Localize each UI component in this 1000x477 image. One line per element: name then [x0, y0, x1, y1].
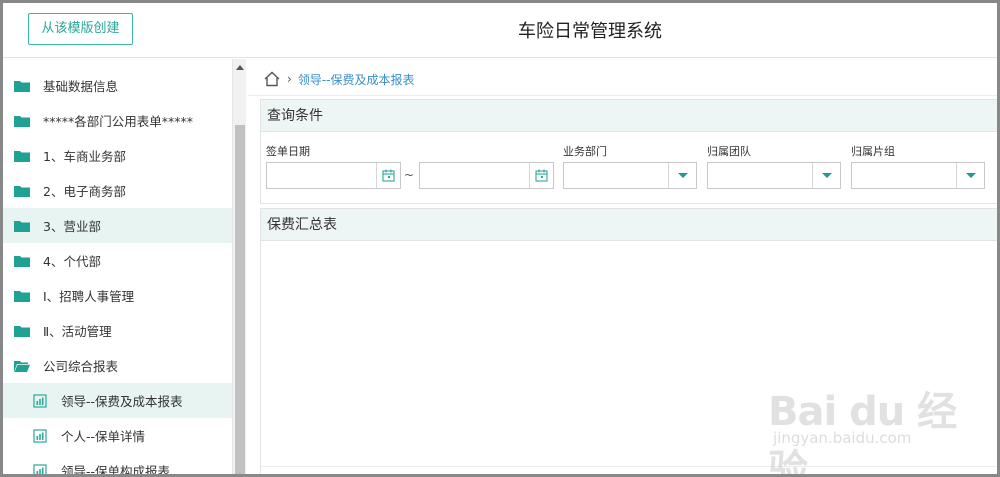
report-icon	[33, 463, 47, 474]
team-label: 归属团队	[707, 145, 751, 158]
sidebar-item-ecommerce-dept[interactable]: 2、电子商务部	[3, 173, 232, 208]
watermark-url: jingyan.baidu.com	[773, 429, 912, 447]
end-date-input[interactable]	[419, 162, 554, 189]
calendar-icon[interactable]	[529, 163, 553, 188]
chevron-down-icon[interactable]	[956, 163, 984, 188]
date-range-separator: ~	[404, 168, 415, 182]
breadcrumb-current[interactable]: 领导--保费及成本报表	[298, 71, 415, 88]
dept-select[interactable]	[563, 162, 697, 189]
summary-panel-title: 保费汇总表	[261, 209, 997, 241]
sidebar-item-label: 领导--保费及成本报表	[61, 394, 183, 409]
sidebar-item-label: 基础数据信息	[43, 79, 119, 94]
sign-date-label: 签单日期	[266, 145, 310, 158]
dept-label: 业务部门	[563, 145, 607, 158]
folder-icon	[14, 325, 30, 337]
calendar-icon[interactable]	[376, 163, 400, 188]
folder-icon	[14, 220, 30, 232]
start-date-input[interactable]	[266, 162, 401, 189]
sidebar-item-premium-cost-report[interactable]: 领导--保费及成本报表	[3, 383, 232, 418]
folder-icon	[14, 290, 30, 302]
sidebar-scrollbar[interactable]	[232, 59, 246, 474]
sidebar-item-shared-forms[interactable]: *****各部门公用表单*****	[3, 103, 232, 138]
team-select[interactable]	[707, 162, 841, 189]
sidebar-item-label: 2、电子商务部	[43, 184, 126, 199]
sidebar-item-policy-composition[interactable]: 领导--保单构成报表	[3, 453, 232, 477]
folder-icon	[14, 150, 30, 162]
scroll-thumb[interactable]	[235, 125, 245, 474]
folder-open-icon	[14, 360, 30, 372]
sidebar-item-label: 1、车商业务部	[43, 149, 126, 164]
folder-icon	[14, 185, 30, 197]
sidebar-item-dealer-dept[interactable]: 1、车商业务部	[3, 138, 232, 173]
group-select[interactable]	[851, 162, 985, 189]
app-window: 从该模版创建 车险日常管理系统 基础数据信息 *****各部门公用表单*****…	[0, 0, 1000, 477]
sidebar-item-label: 4、个代部	[43, 254, 101, 269]
sidebar-item-label: Ⅱ、活动管理	[43, 324, 112, 339]
sidebar-item-label: 3、营业部	[43, 219, 101, 234]
chevron-down-icon[interactable]	[812, 163, 840, 188]
sidebar-item-basic-data[interactable]: 基础数据信息	[3, 68, 232, 103]
folder-icon	[14, 255, 30, 267]
breadcrumb: › 领导--保费及成本报表	[263, 69, 414, 89]
folder-icon	[14, 115, 30, 127]
sidebar-item-label: 个人--保单详情	[61, 429, 146, 444]
query-panel-title: 查询条件	[261, 100, 997, 132]
folder-icon	[14, 80, 30, 92]
sidebar-item-recruitment[interactable]: Ⅰ、招聘人事管理	[3, 278, 232, 313]
home-icon[interactable]	[263, 70, 281, 88]
sidebar-item-label: 领导--保单构成报表	[61, 464, 171, 477]
report-icon	[33, 393, 47, 408]
sidebar-item-sales-dept[interactable]: 3、营业部	[3, 208, 232, 243]
watermark-logo: Bai du 经验	[768, 389, 957, 477]
baidu-watermark: Bai du 经验 jingyan.baidu.com	[768, 371, 988, 474]
report-icon	[33, 428, 47, 443]
sidebar-item-policy-details[interactable]: 个人--保单详情	[3, 418, 232, 453]
sidebar-item-agent-dept[interactable]: 4、个代部	[3, 243, 232, 278]
sidebar-item-label: Ⅰ、招聘人事管理	[43, 289, 135, 304]
chevron-right-icon: ›	[287, 72, 292, 86]
sidebar: 基础数据信息 *****各部门公用表单***** 1、车商业务部 2、电子商务部…	[3, 59, 232, 477]
app-title: 车险日常管理系统	[518, 21, 662, 42]
query-panel: 查询条件 签单日期 ~ 业务部门 归属团队 归属片组	[260, 99, 997, 204]
sidebar-item-company-reports[interactable]: 公司综合报表	[3, 348, 232, 383]
chevron-down-icon[interactable]	[668, 163, 696, 188]
header: 从该模版创建 车险日常管理系统	[3, 3, 997, 58]
group-label: 归属片组	[851, 145, 895, 158]
divider	[248, 95, 997, 96]
sidebar-item-label: *****各部门公用表单*****	[43, 114, 194, 129]
scroll-up-arrow-icon[interactable]	[236, 65, 244, 70]
sidebar-item-activities[interactable]: Ⅱ、活动管理	[3, 313, 232, 348]
sidebar-item-label: 公司综合报表	[43, 359, 119, 374]
